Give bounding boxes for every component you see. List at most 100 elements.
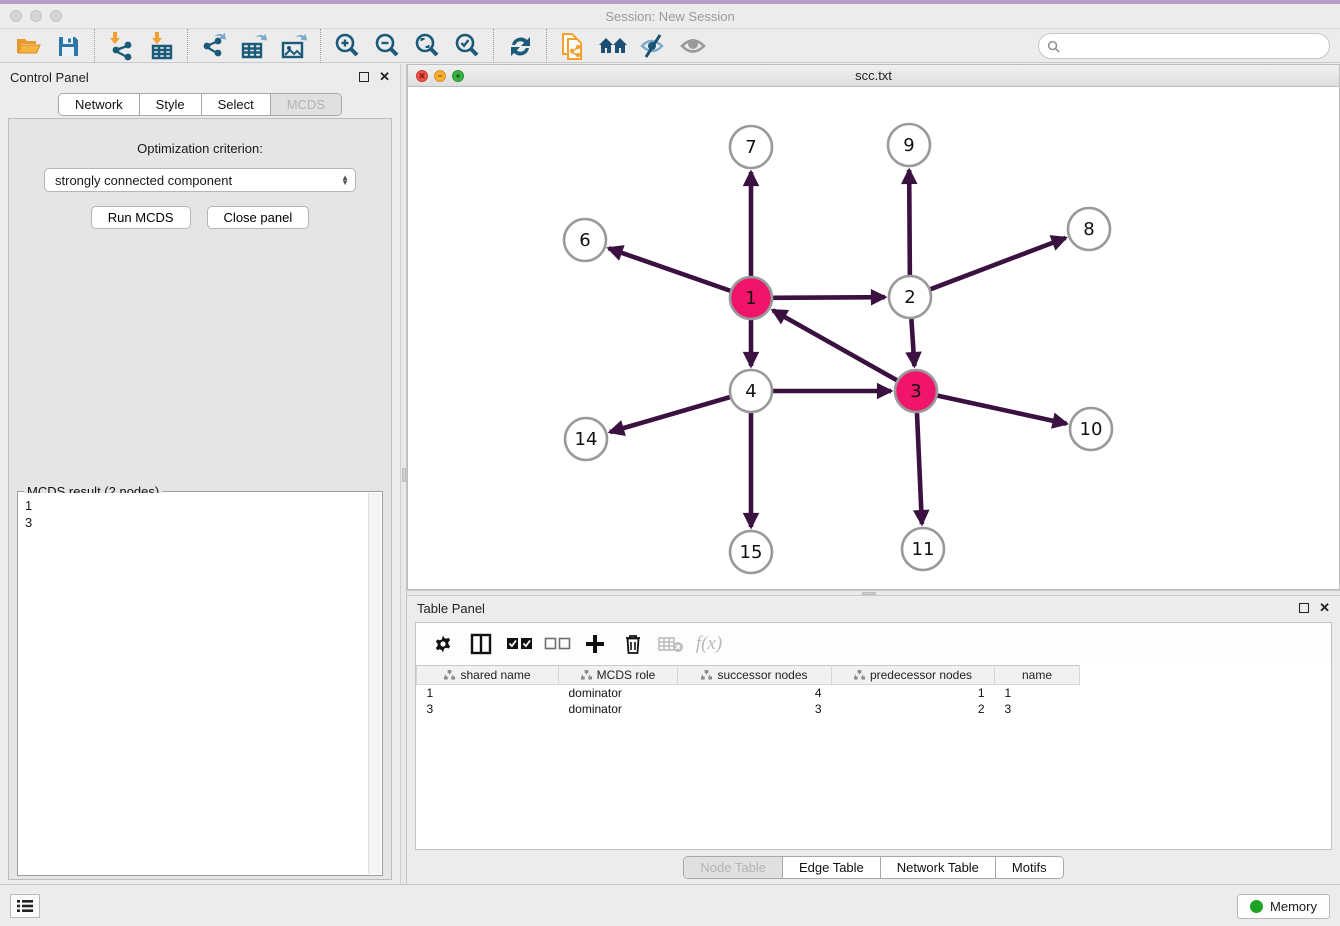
mcds-result-list[interactable]: 1 3: [19, 493, 368, 874]
network-window-titlebar[interactable]: ✕ − + scc.txt: [408, 65, 1339, 87]
control-panel-header: Control Panel ✕: [0, 64, 400, 90]
cell-shared-name[interactable]: 3: [417, 701, 559, 717]
save-session-icon[interactable]: [48, 31, 88, 61]
cell-successor-nodes[interactable]: 4: [678, 685, 832, 701]
mcds-result-item[interactable]: 3: [25, 514, 362, 531]
toolbar-separator: [187, 29, 188, 63]
cell-predecessor-nodes[interactable]: 1: [832, 685, 995, 701]
graph-edge-3-10[interactable]: [937, 396, 1066, 424]
table-panel-header: Table Panel ✕: [407, 596, 1340, 620]
splitter-grip[interactable]: [402, 468, 406, 482]
close-panel-icon[interactable]: ✕: [379, 72, 390, 82]
table-row[interactable]: 1 dominator 4 1 1: [417, 685, 1080, 701]
import-table-icon[interactable]: [141, 31, 181, 61]
open-file-icon[interactable]: [8, 31, 48, 61]
add-column-icon[interactable]: [578, 628, 612, 660]
column-header-name[interactable]: name: [995, 666, 1080, 685]
cell-shared-name[interactable]: 1: [417, 685, 559, 701]
search-input[interactable]: [1064, 39, 1321, 53]
node-table-container: f(x) shared name MCDS role successor nod…: [415, 622, 1332, 850]
graph-edge-3-1[interactable]: [773, 310, 897, 380]
optimization-criterion-label: Optimization criterion:: [9, 141, 391, 156]
search-icon: [1047, 40, 1060, 53]
function-builder-icon[interactable]: f(x): [692, 628, 726, 660]
cell-successor-nodes[interactable]: 3: [678, 701, 832, 717]
cell-name[interactable]: 3: [995, 701, 1080, 717]
memory-status-icon: [1250, 900, 1263, 913]
select-all-icon[interactable]: [502, 628, 536, 660]
toolbar-separator: [493, 29, 494, 63]
graph-edges[interactable]: [609, 170, 1067, 527]
table-row[interactable]: 3 dominator 3 2 3: [417, 701, 1080, 717]
fx-label: f(x): [696, 633, 722, 655]
graph-edge-1-6[interactable]: [609, 248, 731, 290]
split-column-icon[interactable]: [464, 628, 498, 660]
tab-edge-table[interactable]: Edge Table: [783, 857, 881, 878]
column-header-successor-nodes[interactable]: successor nodes: [678, 666, 832, 685]
node-table[interactable]: shared name MCDS role successor nodes pr…: [416, 665, 1080, 717]
network-overview-icon[interactable]: [593, 31, 633, 61]
delete-table-icon[interactable]: [654, 628, 688, 660]
column-header-predecessor-nodes[interactable]: predecessor nodes: [832, 666, 995, 685]
bird-eye-icon[interactable]: [673, 31, 713, 61]
vizmap-hide-icon[interactable]: [633, 31, 673, 61]
attribute-icon: [444, 670, 455, 681]
zoom-fit-icon[interactable]: [407, 31, 447, 61]
deselect-all-icon[interactable]: [540, 628, 574, 660]
graph-node-label: 4: [745, 381, 756, 402]
import-network-icon[interactable]: [101, 31, 141, 61]
column-header-shared-name[interactable]: shared name: [417, 666, 559, 685]
close-panel-button[interactable]: Close panel: [207, 206, 310, 229]
graph-edge-4-14[interactable]: [610, 397, 730, 432]
table-panel-title: Table Panel: [417, 601, 485, 616]
show-panels-button[interactable]: [10, 894, 40, 918]
graph-node-label: 15: [740, 542, 763, 563]
cell-mcds-role[interactable]: dominator: [559, 685, 678, 701]
tab-network[interactable]: Network: [59, 94, 140, 115]
run-mcds-button[interactable]: Run MCDS: [91, 206, 191, 229]
graph-edge-2-8[interactable]: [931, 238, 1066, 289]
refresh-layout-icon[interactable]: [500, 31, 540, 61]
toolbar-separator: [320, 29, 321, 63]
network-canvas[interactable]: 7968124314101511: [408, 88, 1339, 589]
duplicate-network-icon[interactable]: [553, 31, 593, 61]
zoom-out-icon[interactable]: [367, 31, 407, 61]
cell-name[interactable]: 1: [995, 685, 1080, 701]
window-titlebar: Session: New Session: [0, 4, 1340, 29]
mcds-result-item[interactable]: 1: [25, 497, 362, 514]
graph-edge-3-11[interactable]: [917, 413, 922, 524]
window-title: Session: New Session: [0, 9, 1340, 24]
cell-mcds-role[interactable]: dominator: [559, 701, 678, 717]
tab-mcds[interactable]: MCDS: [271, 94, 341, 115]
close-panel-icon[interactable]: ✕: [1319, 603, 1330, 613]
vertical-splitter[interactable]: [400, 64, 407, 884]
tab-style[interactable]: Style: [140, 94, 202, 115]
tab-select[interactable]: Select: [202, 94, 271, 115]
graph-node-label: 8: [1083, 219, 1094, 240]
tab-node-table[interactable]: Node Table: [684, 857, 783, 878]
cell-predecessor-nodes[interactable]: 2: [832, 701, 995, 717]
float-panel-icon[interactable]: [359, 72, 369, 82]
graph-node-label: 11: [912, 539, 935, 560]
tab-motifs[interactable]: Motifs: [996, 857, 1063, 878]
criterion-select[interactable]: strongly connected component ▲▼: [44, 168, 356, 192]
graph-edge-1-2[interactable]: [773, 297, 885, 298]
memory-button[interactable]: Memory: [1237, 894, 1330, 919]
delete-column-icon[interactable]: [616, 628, 650, 660]
tab-network-table[interactable]: Network Table: [881, 857, 996, 878]
export-table-icon[interactable]: [234, 31, 274, 61]
splitter-grip[interactable]: [862, 592, 876, 595]
export-image-icon[interactable]: [274, 31, 314, 61]
zoom-in-icon[interactable]: [327, 31, 367, 61]
table-header-row[interactable]: shared name MCDS role successor nodes pr…: [417, 666, 1080, 685]
toolbar-search[interactable]: [1038, 33, 1330, 59]
column-header-mcds-role[interactable]: MCDS role: [559, 666, 678, 685]
graph-edge-2-3[interactable]: [911, 319, 914, 366]
export-network-icon[interactable]: [194, 31, 234, 61]
result-scrollbar[interactable]: [368, 493, 381, 874]
gear-icon[interactable]: [426, 628, 460, 660]
zoom-selected-icon[interactable]: [447, 31, 487, 61]
control-panel: Control Panel ✕ Network Style Select MCD…: [0, 64, 400, 884]
graph-edge-2-9[interactable]: [909, 170, 910, 275]
float-panel-icon[interactable]: [1299, 603, 1309, 613]
